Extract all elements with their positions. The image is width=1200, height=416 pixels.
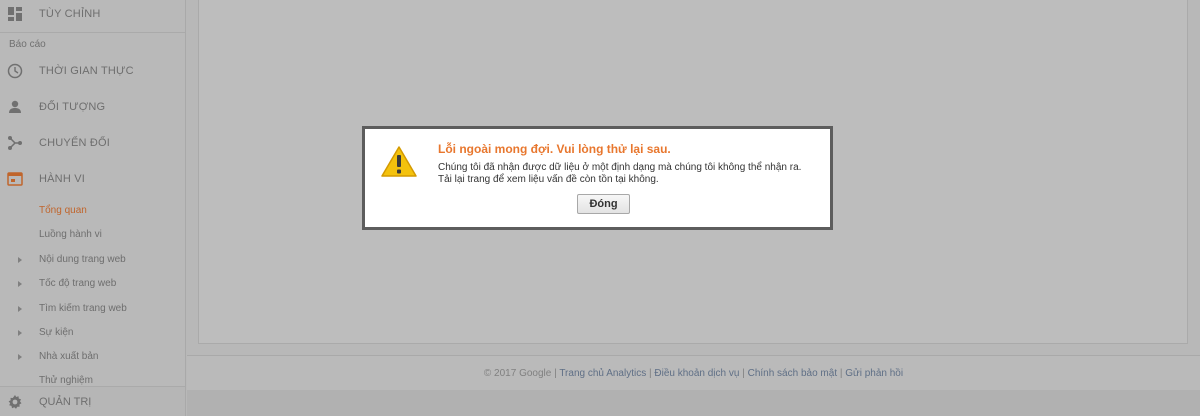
sidebar-subitem-events[interactable]: Sự kiện xyxy=(0,322,185,346)
footer-link-analytics-home[interactable]: Trang chủ Analytics xyxy=(559,368,646,379)
sidebar-item-label: THỜI GIAN THỰC xyxy=(39,65,134,77)
person-icon xyxy=(7,99,23,115)
expand-arrow-icon xyxy=(18,257,22,263)
dialog-message-line: Tải lại trang để xem liệu vấn đề còn tồn… xyxy=(438,174,659,185)
clock-icon xyxy=(7,63,23,79)
close-button[interactable]: Đóng xyxy=(577,194,630,214)
sidebar-subitem-behavior-flow[interactable]: Luồng hành vi xyxy=(0,224,185,248)
sidebar-subitem-label: Luồng hành vi xyxy=(39,229,102,240)
sidebar-subitem-label: Tốc độ trang web xyxy=(39,278,117,289)
dialog-message-line: Chúng tôi đã nhận được dữ liệu ở một địn… xyxy=(438,162,802,173)
warning-icon xyxy=(380,145,418,179)
dialog-message: Chúng tôi đã nhận được dữ liệu ở một địn… xyxy=(438,162,801,186)
expand-arrow-icon xyxy=(18,281,22,287)
sidebar-item-label: ĐỐI TƯỢNG xyxy=(39,101,106,113)
sidebar-subitem-label: Sự kiện xyxy=(39,327,74,338)
sidebar-item-audience[interactable]: ĐỐI TƯỢNG xyxy=(0,89,185,125)
sidebar-subitem-overview[interactable]: Tổng quan xyxy=(0,200,185,224)
sidebar-item-realtime[interactable]: THỜI GIAN THỰC xyxy=(0,53,185,89)
sidebar-subitem-label: Nhà xuất bản xyxy=(39,351,99,362)
expand-arrow-icon xyxy=(18,330,22,336)
sidebar-subitem-label: Thử nghiệm xyxy=(39,375,93,386)
sidebar-item-admin[interactable]: QUẢN TRỊ xyxy=(0,386,185,416)
error-dialog: Lỗi ngoài mong đợi. Vui lòng thử lại sau… xyxy=(362,126,833,230)
sidebar-subitem-label: Tổng quan xyxy=(39,205,87,216)
sidebar-subitem-site-content[interactable]: Nội dung trang web xyxy=(0,249,185,273)
footer-link-feedback[interactable]: Gửi phản hồi xyxy=(845,368,903,379)
behavior-icon xyxy=(7,171,23,187)
expand-arrow-icon xyxy=(18,306,22,312)
sidebar-item-customize[interactable]: TÙY CHỈNH xyxy=(0,0,185,28)
sidebar-subitem-label: Nội dung trang web xyxy=(39,254,126,265)
sidebar-subitem-label: Tìm kiếm trang web xyxy=(39,303,127,314)
divider xyxy=(0,32,185,33)
footer-copyright: © 2017 Google xyxy=(483,368,552,379)
footer-separator: | xyxy=(739,368,748,379)
conversion-icon xyxy=(7,135,23,151)
sidebar-item-conversions[interactable]: CHUYỂN ĐỔI xyxy=(0,125,185,161)
expand-arrow-icon xyxy=(18,354,22,360)
sidebar-item-label: TÙY CHỈNH xyxy=(39,8,101,20)
gear-icon xyxy=(7,394,23,410)
footer-link-privacy[interactable]: Chính sách bảo mật xyxy=(748,368,838,379)
footer: © 2017 Google | Trang chủ Analytics | Đi… xyxy=(187,368,1200,379)
sidebar-item-label: HÀNH VI xyxy=(39,173,86,185)
bottom-band xyxy=(187,390,1200,416)
dashboard-icon xyxy=(7,6,23,22)
sidebar-item-behavior[interactable]: HÀNH VI xyxy=(0,161,185,197)
dialog-title: Lỗi ngoài mong đợi. Vui lòng thử lại sau… xyxy=(438,142,671,156)
sidebar-subitem-site-speed[interactable]: Tốc độ trang web xyxy=(0,273,185,297)
footer-link-terms[interactable]: Điều khoản dịch vụ xyxy=(654,368,739,379)
sidebar: TÙY CHỈNH Báo cáo THỜI GIAN THỰC ĐỐI TƯỢ… xyxy=(0,0,186,416)
sidebar-subitem-site-search[interactable]: Tìm kiếm trang web xyxy=(0,298,185,322)
sidebar-item-label: CHUYỂN ĐỔI xyxy=(39,137,111,149)
section-label-reports: Báo cáo xyxy=(9,39,46,50)
sidebar-item-label: QUẢN TRỊ xyxy=(39,396,92,408)
sidebar-subitem-publisher[interactable]: Nhà xuất bản xyxy=(0,346,185,370)
